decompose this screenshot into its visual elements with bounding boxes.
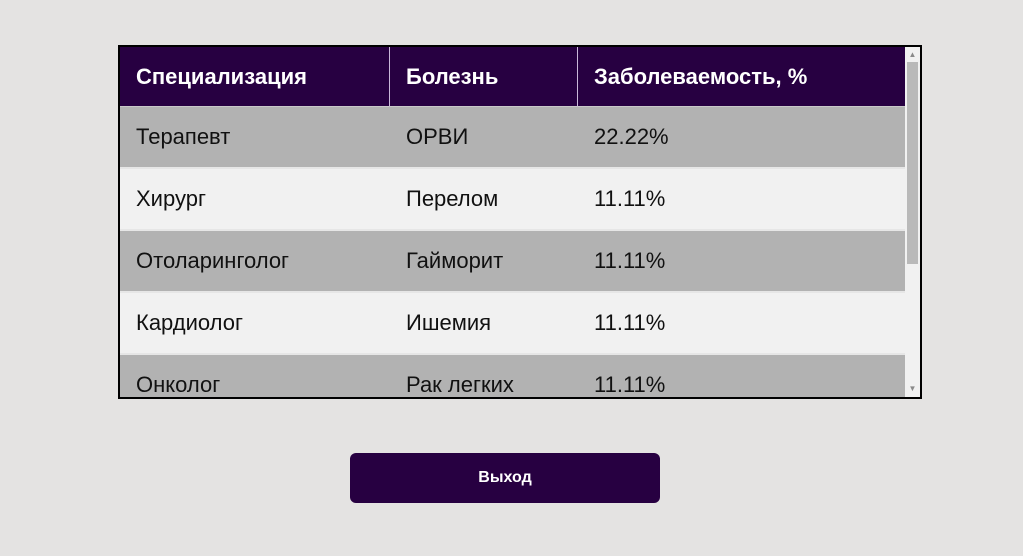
table-row[interactable]: Кардиолог Ишемия 11.11% (120, 293, 905, 355)
cell-incidence: 11.11% (578, 169, 905, 231)
column-header-incidence[interactable]: Заболеваемость, % (578, 47, 905, 107)
cell-disease: ОРВИ (390, 107, 578, 169)
cell-specialization: Хирург (120, 169, 390, 231)
table-row[interactable]: Хирург Перелом 11.11% (120, 169, 905, 231)
column-header-disease[interactable]: Болезнь (390, 47, 578, 107)
column-header-specialization[interactable]: Специализация (120, 47, 390, 107)
cell-incidence: 11.11% (578, 355, 905, 397)
cell-disease: Ишемия (390, 293, 578, 355)
exit-button[interactable]: Выход (350, 453, 660, 503)
cell-specialization: Терапевт (120, 107, 390, 169)
scroll-down-icon[interactable]: ▼ (905, 382, 920, 396)
cell-incidence: 11.11% (578, 231, 905, 293)
table-row[interactable]: Онколог Рак легких 11.11% (120, 355, 905, 397)
cell-specialization: Онколог (120, 355, 390, 397)
vertical-scrollbar[interactable]: ▲ ▼ (905, 47, 920, 397)
table-row[interactable]: Терапевт ОРВИ 22.22% (120, 107, 905, 169)
scrollbar-thumb[interactable] (907, 62, 918, 264)
cell-specialization: Кардиолог (120, 293, 390, 355)
cell-disease: Перелом (390, 169, 578, 231)
table-scroll-area[interactable]: Специализация Болезнь Заболеваемость, % … (120, 47, 905, 397)
scroll-up-icon[interactable]: ▲ (905, 48, 920, 62)
cell-specialization: Отоларинголог (120, 231, 390, 293)
cell-incidence: 11.11% (578, 293, 905, 355)
cell-incidence: 22.22% (578, 107, 905, 169)
table-row[interactable]: Отоларинголог Гайморит 11.11% (120, 231, 905, 293)
cell-disease: Рак легких (390, 355, 578, 397)
disease-stats-table: Специализация Болезнь Заболеваемость, % … (120, 47, 905, 397)
disease-stats-table-panel: Специализация Болезнь Заболеваемость, % … (118, 45, 922, 399)
table-header-row: Специализация Болезнь Заболеваемость, % (120, 47, 905, 107)
cell-disease: Гайморит (390, 231, 578, 293)
